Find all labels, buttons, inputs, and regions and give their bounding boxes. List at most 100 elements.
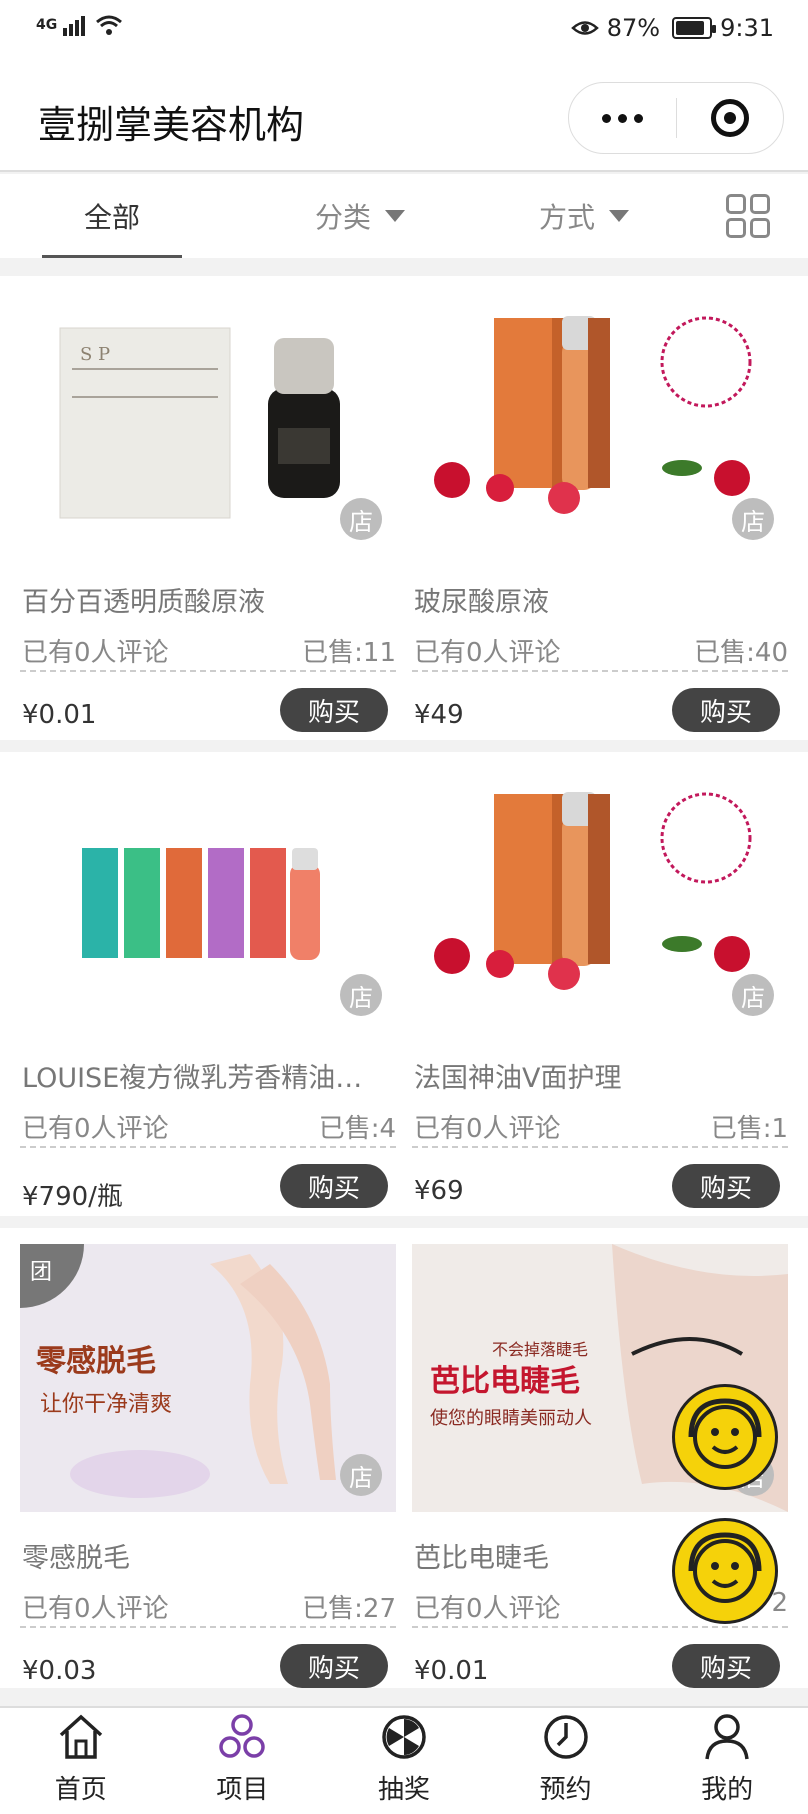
customer-service-button[interactable] bbox=[672, 1384, 778, 1490]
sold-count: 已售:40 bbox=[694, 638, 788, 668]
battery-fill bbox=[676, 21, 705, 35]
product-price: ¥790/瓶 bbox=[22, 1182, 123, 1212]
tab-lottery[interactable]: 抽奖 bbox=[323, 1708, 485, 1814]
buy-button[interactable]: 购买 bbox=[280, 688, 388, 732]
product-meta: 已有0人评论 已售:11 bbox=[22, 632, 396, 669]
tab-category[interactable]: 分类 bbox=[290, 174, 430, 258]
poster-subtitle: 使您的眼睛美丽动人 bbox=[430, 1408, 592, 1429]
divider bbox=[412, 1626, 788, 1628]
product-meta: 已有0人评论 已售:4 bbox=[22, 1108, 396, 1145]
tab-all-label: 全部 bbox=[83, 201, 140, 234]
comment-count: 已有0人评论 bbox=[22, 1594, 169, 1624]
poster-title: 芭比电睫毛 bbox=[430, 1364, 580, 1399]
product-image[interactable]: 店 bbox=[20, 764, 396, 1032]
product-row: S P 店 百分百透明质酸原液 已有0人评论 已售:11 ¥0.01 购买 店 … bbox=[0, 276, 808, 740]
product-image[interactable]: 店 bbox=[412, 764, 788, 1032]
more-dot-icon bbox=[601, 113, 611, 123]
caret-down-icon bbox=[385, 210, 405, 222]
divider bbox=[20, 1626, 396, 1628]
tab-project-label: 项目 bbox=[216, 1775, 269, 1805]
network-label: 4G bbox=[36, 17, 58, 33]
tab-booking-label: 预约 bbox=[539, 1775, 592, 1805]
buy-button[interactable]: 购买 bbox=[672, 1644, 780, 1688]
home-icon bbox=[59, 1714, 102, 1759]
product-price: ¥49 bbox=[414, 700, 464, 730]
tab-mine-label: 我的 bbox=[701, 1775, 754, 1805]
product-meta: 已有0人评论 已售:27 bbox=[22, 1588, 396, 1625]
tab-lottery-label: 抽奖 bbox=[377, 1775, 430, 1805]
tab-underline bbox=[42, 255, 182, 258]
more-dot-icon bbox=[617, 113, 627, 123]
buy-button[interactable]: 购买 bbox=[280, 1164, 388, 1208]
product-meta: 已有0人评论 已售:40 bbox=[414, 632, 788, 669]
wifi-icon bbox=[96, 15, 123, 35]
battery-percent: 87% bbox=[606, 14, 661, 42]
product-name: LOUISE複方微乳芳香精油… bbox=[22, 1063, 363, 1094]
customer-service-icon bbox=[688, 1532, 762, 1603]
bottom-tab-bar: 首页 项目 抽奖 预约 我的 bbox=[0, 1706, 808, 1814]
product-name: 玻尿酸原液 bbox=[414, 587, 549, 618]
tab-home-label: 首页 bbox=[54, 1775, 107, 1805]
store-badge: 店 bbox=[732, 498, 774, 540]
product-price: ¥0.01 bbox=[414, 1656, 489, 1686]
clock-icon bbox=[543, 1715, 588, 1759]
caret-down-icon bbox=[609, 210, 629, 222]
sold-count: 已售:27 bbox=[302, 1594, 396, 1624]
svg-text:S P: S P bbox=[80, 344, 110, 365]
eye-icon bbox=[570, 21, 599, 35]
customer-service-icon bbox=[688, 1398, 762, 1469]
tab-project[interactable]: 项目 bbox=[162, 1708, 324, 1814]
mini-program-capsule bbox=[568, 82, 784, 154]
clock-time: 9:31 bbox=[720, 14, 774, 42]
product-name: 法国神油V面护理 bbox=[414, 1063, 622, 1094]
divider bbox=[20, 670, 396, 672]
project-icon bbox=[219, 1714, 266, 1758]
sold-count: 已售:4 bbox=[318, 1114, 396, 1144]
status-right: 87% 9:31 bbox=[570, 14, 774, 42]
customer-service-button[interactable] bbox=[672, 1518, 778, 1624]
divider bbox=[20, 1146, 396, 1148]
tab-mine[interactable]: 我的 bbox=[646, 1708, 808, 1814]
comment-count: 已有0人评论 bbox=[414, 638, 561, 668]
product-price: ¥0.01 bbox=[22, 700, 97, 730]
tab-all[interactable]: 全部 bbox=[42, 174, 182, 258]
product-name: 百分百透明质酸原液 bbox=[22, 587, 265, 618]
tab-method-label: 方式 bbox=[538, 201, 595, 234]
store-badge: 店 bbox=[340, 1454, 382, 1496]
sold-count: 已售:1 bbox=[710, 1114, 788, 1144]
product-row: 店 LOUISE複方微乳芳香精油… 已有0人评论 已售:4 ¥790/瓶 购买 店… bbox=[0, 752, 808, 1216]
product-image[interactable]: 零感脱毛 让你干净清爽 团 店 bbox=[20, 1244, 396, 1512]
product-price: ¥0.03 bbox=[22, 1656, 97, 1686]
tab-booking[interactable]: 预约 bbox=[485, 1708, 647, 1814]
poster-subtitle: 让你干净清爽 bbox=[40, 1392, 173, 1417]
filter-bar: 全部 分类 方式 bbox=[0, 174, 808, 258]
comment-count: 已有0人评论 bbox=[414, 1594, 561, 1624]
product-image[interactable]: 店 bbox=[412, 288, 788, 556]
comment-count: 已有0人评论 bbox=[22, 1114, 169, 1144]
store-badge: 店 bbox=[340, 498, 382, 540]
tab-category-label: 分类 bbox=[314, 201, 371, 234]
divider bbox=[412, 1146, 788, 1148]
product-price: ¥69 bbox=[414, 1176, 464, 1206]
grid-view-icon[interactable] bbox=[726, 194, 770, 238]
buy-button[interactable]: 购买 bbox=[672, 1164, 780, 1208]
buy-button[interactable]: 购买 bbox=[280, 1644, 388, 1688]
title-bar: 壹捌掌美容机构 bbox=[0, 64, 808, 172]
signal-icon bbox=[63, 16, 86, 36]
sold-count: 已售:11 bbox=[302, 638, 396, 668]
product-image[interactable]: S P 店 bbox=[20, 288, 396, 556]
lottery-icon bbox=[382, 1715, 426, 1759]
battery-icon bbox=[672, 17, 717, 39]
buy-button[interactable]: 购买 bbox=[672, 688, 780, 732]
product-name: 零感脱毛 bbox=[22, 1543, 130, 1574]
target-icon bbox=[710, 99, 749, 137]
tab-method[interactable]: 方式 bbox=[514, 174, 654, 258]
more-button[interactable] bbox=[569, 83, 676, 153]
divider bbox=[412, 670, 788, 672]
close-button[interactable] bbox=[676, 83, 783, 153]
store-badge: 店 bbox=[340, 974, 382, 1016]
tab-home[interactable]: 首页 bbox=[0, 1708, 162, 1814]
product-meta: 已有0人评论 已售:1 bbox=[414, 1108, 788, 1145]
user-icon bbox=[705, 1714, 749, 1760]
page-title: 壹捌掌美容机构 bbox=[38, 103, 305, 147]
